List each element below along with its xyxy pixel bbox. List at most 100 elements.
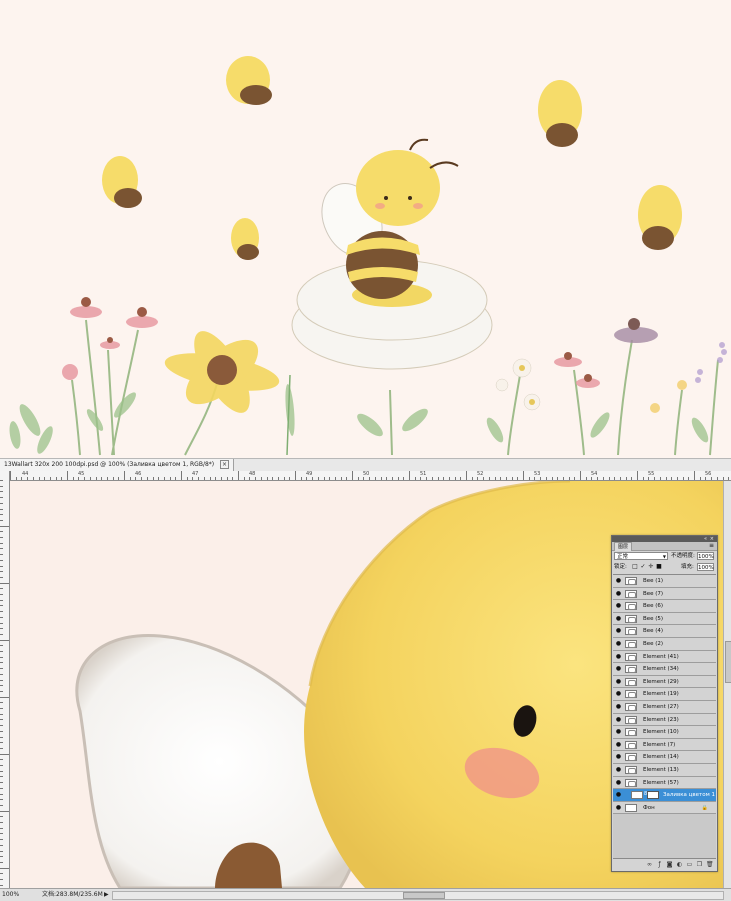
layer-row[interactable]: ● Bee (2): [613, 638, 716, 651]
ruler-tick: [283, 477, 285, 480]
close-icon[interactable]: ×: [220, 460, 230, 469]
layer-row[interactable]: ● Фон 🔒: [613, 801, 716, 815]
layer-name: Element (41): [643, 653, 679, 660]
ruler-tick: [0, 730, 3, 732]
layer-row[interactable]: ● Bee (1): [613, 575, 716, 588]
ruler-tick: [488, 477, 490, 480]
horizontal-ruler[interactable]: 44 45 46 47 48 49 50 51 52 53 54 55 56: [10, 471, 731, 481]
eye-icon[interactable]: ●: [615, 804, 622, 811]
menu-icon[interactable]: ≡: [709, 542, 714, 550]
eye-icon[interactable]: ●: [615, 653, 622, 660]
vertical-scroll-thumb[interactable]: [725, 641, 731, 683]
blend-mode-select[interactable]: 正常 ▼: [614, 552, 668, 560]
layer-name: Bee (7): [643, 590, 664, 597]
layer-row[interactable]: ● Element (23): [613, 713, 716, 727]
eye-icon[interactable]: ●: [615, 792, 622, 798]
vertical-ruler[interactable]: [0, 471, 10, 888]
ruler-tick: [255, 477, 257, 480]
eye-icon[interactable]: ●: [615, 666, 622, 672]
layer-list: ● Bee (1) ● Bee (7) ● Bee (6) ● Bee (5) ● Bee (4)…: [613, 574, 716, 859]
delete-layer-icon[interactable]: 🗑: [706, 862, 714, 868]
ruler-tick: [614, 477, 616, 480]
eye-icon[interactable]: ●: [615, 729, 622, 735]
layer-name: Element (10): [643, 729, 679, 736]
ruler-tick: [289, 477, 291, 480]
ruler-tick: [460, 477, 462, 480]
lock-all-icon[interactable]: ■: [656, 564, 662, 570]
layer-thumbnail: [625, 740, 637, 749]
layer-row[interactable]: ● Element (29): [613, 675, 716, 689]
add-mask-icon[interactable]: ◙: [666, 862, 673, 868]
ruler-tick: [426, 477, 428, 480]
ruler-tick: [226, 477, 228, 480]
eye-icon[interactable]: ●: [615, 741, 622, 748]
layer-thumbnail: [625, 665, 637, 674]
new-layer-icon[interactable]: ❐: [696, 862, 703, 868]
layer-row[interactable]: ● Element (13): [613, 764, 716, 777]
layer-row[interactable]: ● Bee (7): [613, 587, 716, 601]
eye-icon[interactable]: ●: [615, 603, 622, 609]
layer-row[interactable]: ● Element (27): [613, 701, 716, 714]
ruler-tick: [517, 477, 519, 480]
layer-row[interactable]: ● Element (10): [613, 726, 716, 739]
eye-icon[interactable]: ●: [615, 578, 622, 584]
fill-input[interactable]: 100%: [697, 563, 714, 571]
ruler-tick: [0, 599, 3, 601]
layer-row[interactable]: ● Element (57): [613, 776, 716, 790]
eye-icon[interactable]: ●: [615, 779, 622, 786]
horizontal-scroll-thumb[interactable]: [403, 892, 445, 899]
layer-row[interactable]: ● Element (41): [613, 650, 716, 664]
ruler-tick: [369, 477, 371, 480]
ruler-tick: [32, 477, 34, 480]
eye-icon[interactable]: ●: [615, 615, 622, 622]
layer-row[interactable]: ● Bee (6): [613, 600, 716, 613]
ruler-tick: [500, 477, 502, 480]
layer-thumbnail: [625, 640, 637, 648]
vertical-scrollbar[interactable]: [723, 481, 731, 888]
ruler-tick: [0, 856, 3, 858]
layer-row[interactable]: ● Bee (5): [613, 612, 716, 626]
eye-icon[interactable]: ●: [615, 678, 622, 685]
ruler-tick: [391, 477, 393, 480]
eye-icon[interactable]: ●: [615, 641, 622, 647]
link-layers-icon[interactable]: ∞: [646, 862, 653, 868]
layer-row[interactable]: ● Element (19): [613, 688, 716, 701]
eye-icon[interactable]: ●: [615, 767, 622, 773]
layer-thumbnail: [625, 577, 637, 585]
ruler-tick: [61, 477, 63, 480]
eye-icon[interactable]: ●: [615, 754, 622, 760]
eye-icon[interactable]: ●: [615, 691, 622, 697]
layer-row[interactable]: ● Bee (4): [613, 625, 716, 638]
opacity-input[interactable]: 100%: [697, 552, 714, 560]
ruler-tick: [186, 477, 188, 480]
ruler-tick: [346, 477, 348, 480]
layer-style-icon[interactable]: ƒ: [656, 862, 663, 868]
eye-icon[interactable]: ●: [615, 628, 622, 634]
ruler-tick: [437, 477, 439, 480]
layer-name: Bee (6): [643, 603, 664, 610]
lock-transparency-icon[interactable]: □: [632, 564, 638, 570]
layer-row[interactable]: ● Element (14): [613, 751, 716, 764]
eye-icon[interactable]: ●: [615, 704, 622, 710]
adjustment-layer-icon[interactable]: ◐: [676, 862, 683, 868]
lock-paint-icon[interactable]: ✓: [640, 564, 646, 570]
lock-position-icon[interactable]: ✛: [648, 564, 654, 570]
chevron-right-icon[interactable]: ▶: [104, 889, 109, 901]
ruler-tick: [619, 477, 621, 480]
ruler-tick: [0, 839, 3, 841]
layer-row[interactable]: ● Element (34): [613, 663, 716, 676]
eye-icon[interactable]: ●: [615, 590, 622, 597]
ruler-tick: [0, 616, 3, 618]
ruler-tick: [363, 477, 365, 480]
layer-row[interactable]: ● 8 Заливка цветом 1: [613, 789, 716, 802]
layer-row[interactable]: ● Element (7): [613, 738, 716, 752]
eye-icon[interactable]: ●: [615, 716, 622, 723]
zoom-readout[interactable]: 100%: [2, 889, 19, 901]
new-group-icon[interactable]: ▭: [686, 862, 693, 868]
ruler-tick: [705, 477, 707, 480]
document-tab[interactable]: 13Wallart 320x 200 100dpi.psd @ 100% (За…: [0, 459, 235, 471]
ruler-tick: [272, 477, 274, 480]
horizontal-scrollbar[interactable]: [112, 891, 724, 900]
tab-layers[interactable]: 图层: [614, 542, 633, 551]
ruler-tick: [129, 477, 131, 480]
